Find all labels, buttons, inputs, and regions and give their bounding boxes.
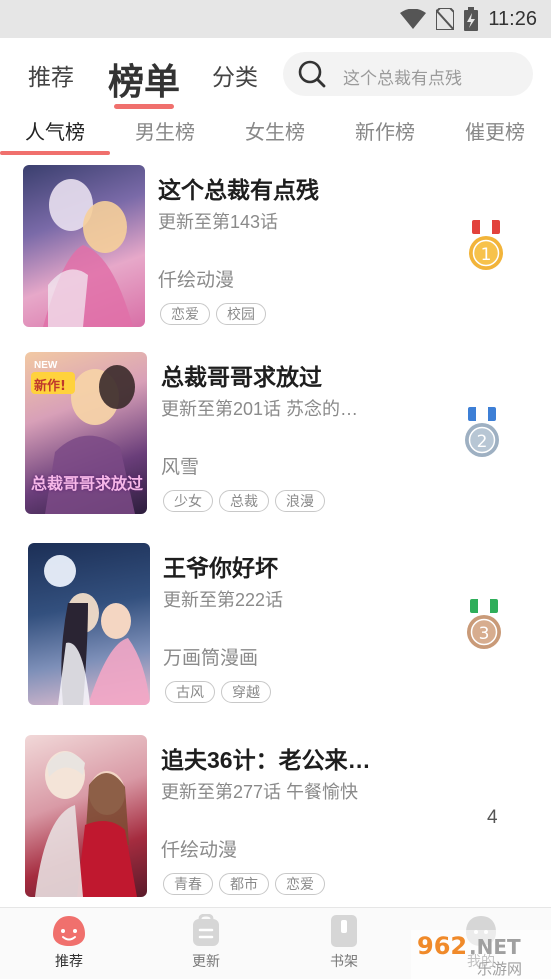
nav-label: 更新 xyxy=(192,953,220,969)
svg-text:962: 962 xyxy=(417,932,467,960)
tag[interactable]: 都市 xyxy=(219,873,269,895)
comic-author: 仟绘动漫 xyxy=(158,270,235,291)
rank-number: 2 xyxy=(477,432,488,452)
comic-title[interactable]: 王爷你好坏 xyxy=(163,549,278,583)
tab-ranking[interactable]: 榜单 xyxy=(108,53,180,105)
search-input[interactable]: 这个总裁有点残 xyxy=(283,52,533,96)
search-placeholder: 这个总裁有点残 xyxy=(343,69,462,88)
rank-number: 4 xyxy=(487,807,498,828)
list-item[interactable]: 王爷你好坏 更新至第222话 万画筒漫画 古风 穿越 3 xyxy=(0,543,551,708)
tag[interactable]: 少女 xyxy=(163,490,213,512)
nav-label: 书架 xyxy=(330,953,358,969)
list-item[interactable]: 这个总裁有点残 更新至第143话 仟绘动漫 恋爱 校园 1 xyxy=(0,165,551,330)
status-bar: 11:26 xyxy=(0,0,551,38)
comic-update: 更新至第201话 苏念的… xyxy=(161,399,359,419)
list-item[interactable]: 追夫36计：老公来… 更新至第277话 午餐愉快 仟绘动漫 青春 都市 恋爱 4 xyxy=(0,735,551,900)
bookshelf-icon xyxy=(331,915,357,947)
cover-new-label: NEW xyxy=(34,360,58,371)
watermark-logo: 962 .NET 乐游网 xyxy=(411,930,551,979)
rank-tab-male[interactable]: 男生榜 xyxy=(135,116,195,145)
tab-category[interactable]: 分类 xyxy=(212,58,258,92)
search-icon xyxy=(298,60,326,88)
tag[interactable]: 浪漫 xyxy=(275,490,325,512)
nav-bookshelf[interactable]: 书架 xyxy=(289,908,399,979)
tag[interactable]: 青春 xyxy=(163,873,213,895)
svg-text:乐游网: 乐游网 xyxy=(477,960,522,978)
comic-title[interactable]: 这个总裁有点残 xyxy=(158,171,319,205)
comic-author: 风雪 xyxy=(161,457,200,478)
comic-cover[interactable] xyxy=(23,165,145,327)
nav-label: 推荐 xyxy=(55,953,83,969)
update-bag-icon xyxy=(193,914,219,946)
cover-badge: 新作! xyxy=(34,379,66,394)
comic-author: 仟绘动漫 xyxy=(161,840,238,861)
rank-number: 1 xyxy=(481,245,492,265)
comic-author: 万画筒漫画 xyxy=(163,648,259,669)
comic-cover[interactable]: NEW 新作! 总裁哥哥求放过 xyxy=(25,352,147,514)
comic-update: 更新至第277话 午餐愉快 xyxy=(161,782,359,802)
rank-tab-new[interactable]: 新作榜 xyxy=(355,116,415,145)
rank-tab-female[interactable]: 女生榜 xyxy=(245,116,305,145)
rank-number: 3 xyxy=(479,624,490,644)
no-sim-icon xyxy=(436,8,455,30)
svg-text:.NET: .NET xyxy=(469,935,521,959)
tag[interactable]: 恋爱 xyxy=(160,303,210,325)
status-time: 11:26 xyxy=(488,7,537,30)
rank-tab-urge[interactable]: 催更榜 xyxy=(465,116,525,145)
silver-medal-icon: 2 xyxy=(465,407,499,457)
smile-icon xyxy=(53,916,85,946)
comic-title[interactable]: 追夫36计：老公来… xyxy=(161,741,371,775)
comic-update: 更新至第222话 xyxy=(163,590,284,610)
gold-medal-icon: 1 xyxy=(469,220,503,270)
tag[interactable]: 校园 xyxy=(216,303,266,325)
list-item[interactable]: NEW 新作! 总裁哥哥求放过 总裁哥哥求放过 更新至第201话 苏念的… 风雪… xyxy=(0,352,551,517)
tag[interactable]: 恋爱 xyxy=(275,873,325,895)
active-tab-indicator xyxy=(114,104,174,109)
bronze-medal-icon: 3 xyxy=(467,599,501,649)
nav-recommend[interactable]: 推荐 xyxy=(14,908,124,979)
tag[interactable]: 穿越 xyxy=(221,681,271,703)
comic-update: 更新至第143话 xyxy=(158,212,279,232)
rank-tab-indicator xyxy=(0,151,110,155)
tag[interactable]: 总裁 xyxy=(219,490,269,512)
comic-cover[interactable] xyxy=(25,735,147,897)
battery-charging-icon xyxy=(464,7,479,31)
rank-tab-popular[interactable]: 人气榜 xyxy=(25,116,85,145)
nav-update[interactable]: 更新 xyxy=(151,908,261,979)
tag[interactable]: 古风 xyxy=(165,681,215,703)
comic-cover[interactable] xyxy=(28,543,150,705)
cover-title-art: 总裁哥哥求放过 xyxy=(31,474,144,493)
comic-title[interactable]: 总裁哥哥求放过 xyxy=(161,358,322,392)
tab-recommend[interactable]: 推荐 xyxy=(28,58,74,92)
wifi-icon xyxy=(400,9,427,29)
